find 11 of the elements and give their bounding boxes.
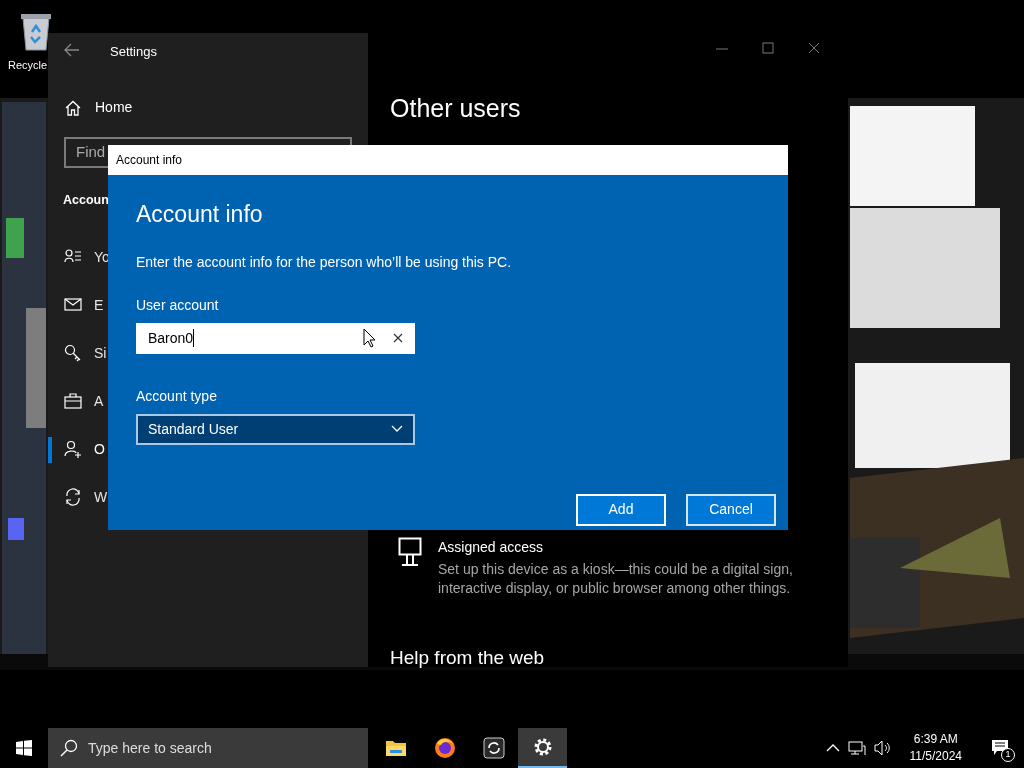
- window-title: Settings: [110, 43, 157, 61]
- option-description: Set up this device as a kiosk—this could be a digital sign, interactive display, or public browser among other things.: [438, 560, 794, 598]
- dialog-description: Enter the account info for the person who’ll be using this PC.: [136, 252, 513, 272]
- notification-count: 1: [1001, 748, 1015, 762]
- field-label: User account: [136, 295, 220, 315]
- section-heading: Accoun: [63, 192, 109, 209]
- dialog-title: Account info: [108, 145, 788, 175]
- page-title: Other users: [390, 93, 521, 124]
- field-label: Account type: [136, 386, 218, 406]
- section-heading: Help from the web: [390, 646, 545, 670]
- dialog-heading: Account info: [136, 200, 264, 229]
